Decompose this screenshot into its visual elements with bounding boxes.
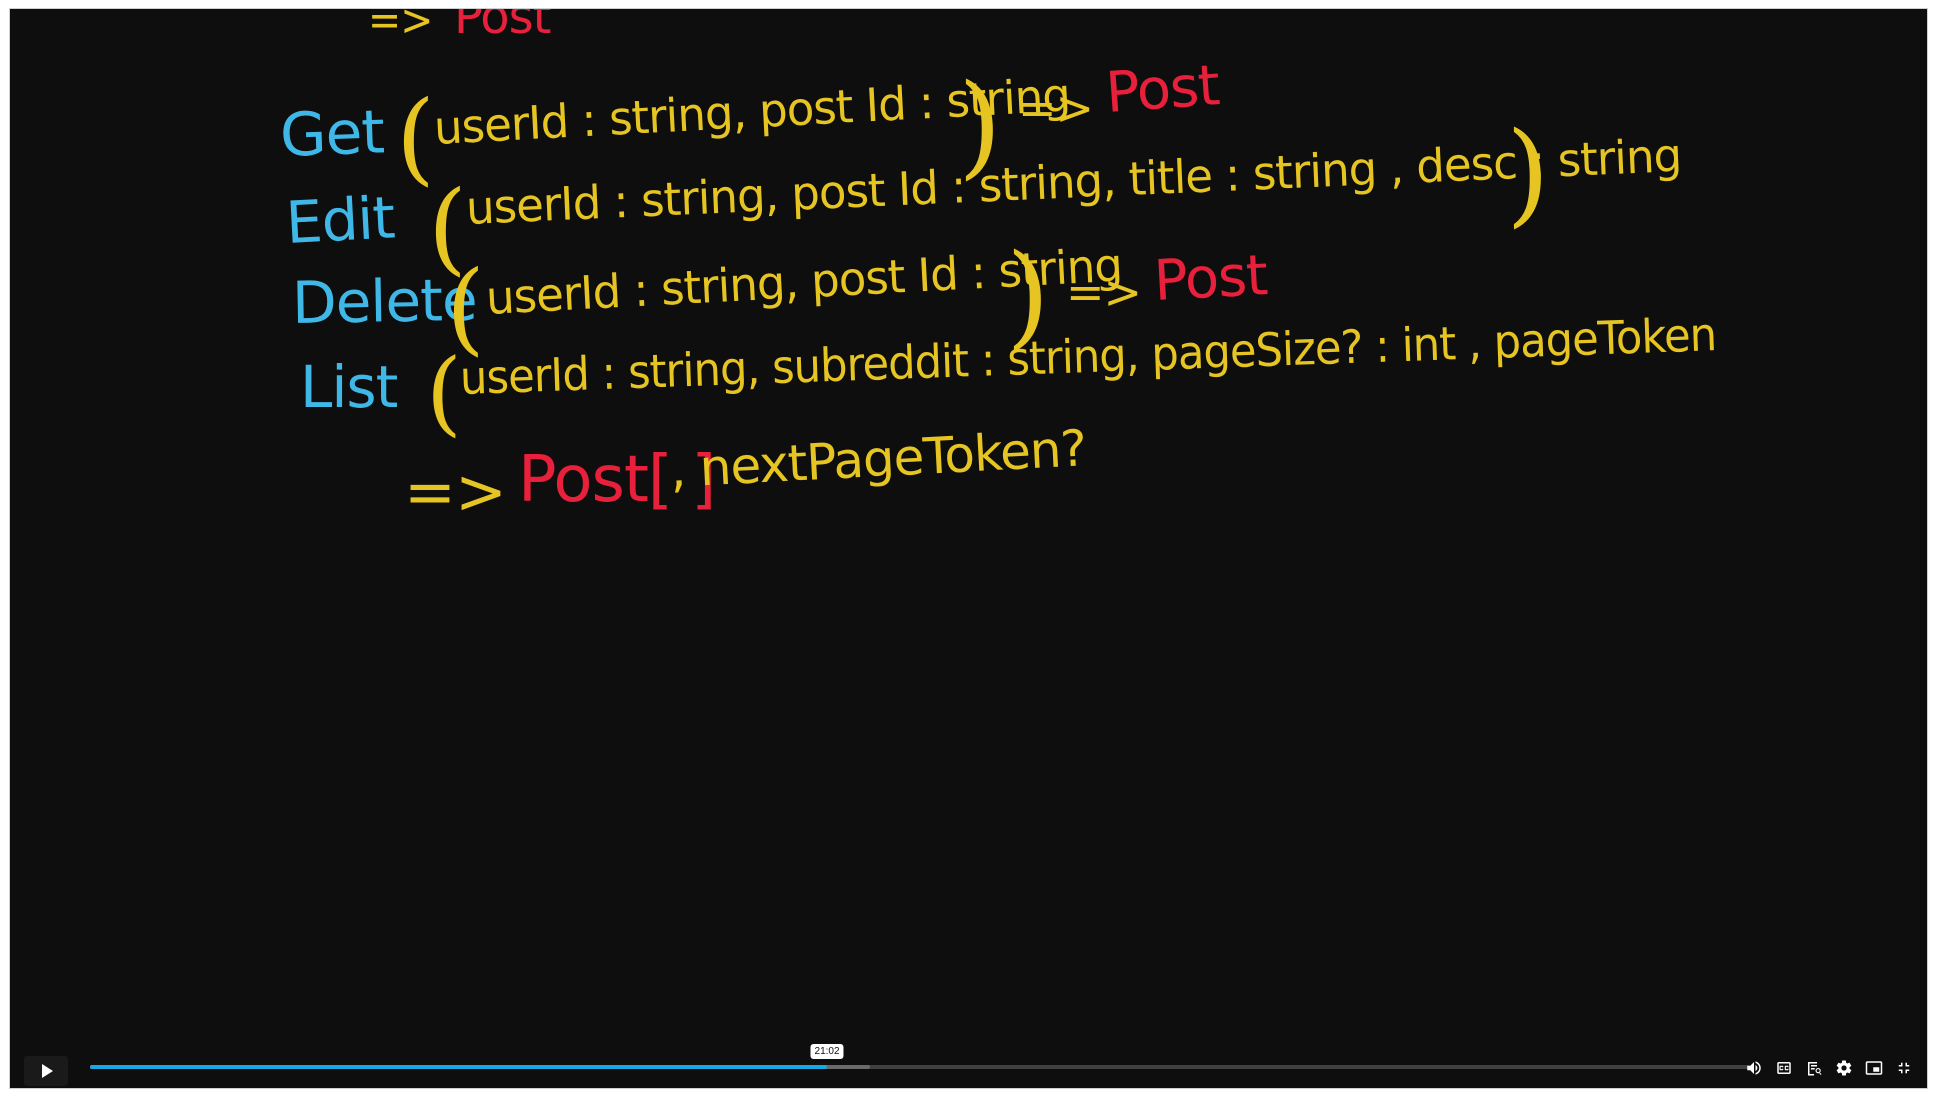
transcript-button[interactable] — [1803, 1057, 1825, 1079]
list-open-paren: ( — [426, 339, 462, 446]
fullscreen-exit-button[interactable] — [1893, 1057, 1915, 1079]
fullscreen-exit-icon — [1898, 1062, 1910, 1074]
settings-button[interactable] — [1833, 1057, 1855, 1079]
top-arrow: => — [368, 8, 433, 46]
right-controls — [1743, 1056, 1915, 1080]
miniplayer-button[interactable] — [1863, 1057, 1885, 1079]
list-return-rest: , nextPageToken? — [668, 419, 1088, 499]
delete-return-type: Post — [1152, 243, 1269, 314]
whiteboard: => Post Get ( userId : string, post Id :… — [10, 8, 1927, 1044]
played-progress — [90, 1065, 828, 1069]
list-params: userId : string, subreddit : string, pag… — [459, 307, 1717, 405]
video-player[interactable]: => Post Get ( userId : string, post Id :… — [9, 8, 1928, 1089]
captions-icon — [1777, 1062, 1791, 1074]
settings-icon — [1836, 1060, 1852, 1076]
transcript-icon — [1808, 1062, 1822, 1076]
top-return-type: Post — [454, 8, 551, 45]
miniplayer-icon — [1865, 1061, 1883, 1075]
volume-icon — [1747, 1061, 1761, 1075]
method-get: Get — [278, 97, 386, 171]
get-arrow: => — [1018, 81, 1094, 135]
player-control-bar: 21:02 — [10, 1044, 1927, 1088]
play-icon — [42, 1064, 53, 1078]
edit-params: userId : string, post Id : string, title… — [464, 127, 1683, 235]
get-return-type: Post — [1103, 53, 1222, 126]
edit-close-paren: ) — [1506, 109, 1550, 239]
play-button[interactable] — [24, 1056, 68, 1086]
time-tooltip: 21:02 — [810, 1044, 844, 1059]
list-return-arrow: => — [404, 455, 507, 528]
volume-button[interactable] — [1743, 1057, 1765, 1079]
method-list: List — [300, 353, 398, 421]
captions-button[interactable] — [1773, 1057, 1795, 1079]
method-edit: Edit — [284, 183, 396, 257]
seek-bar[interactable]: 21:02 — [90, 1044, 1750, 1069]
delete-arrow: => — [1066, 265, 1142, 319]
